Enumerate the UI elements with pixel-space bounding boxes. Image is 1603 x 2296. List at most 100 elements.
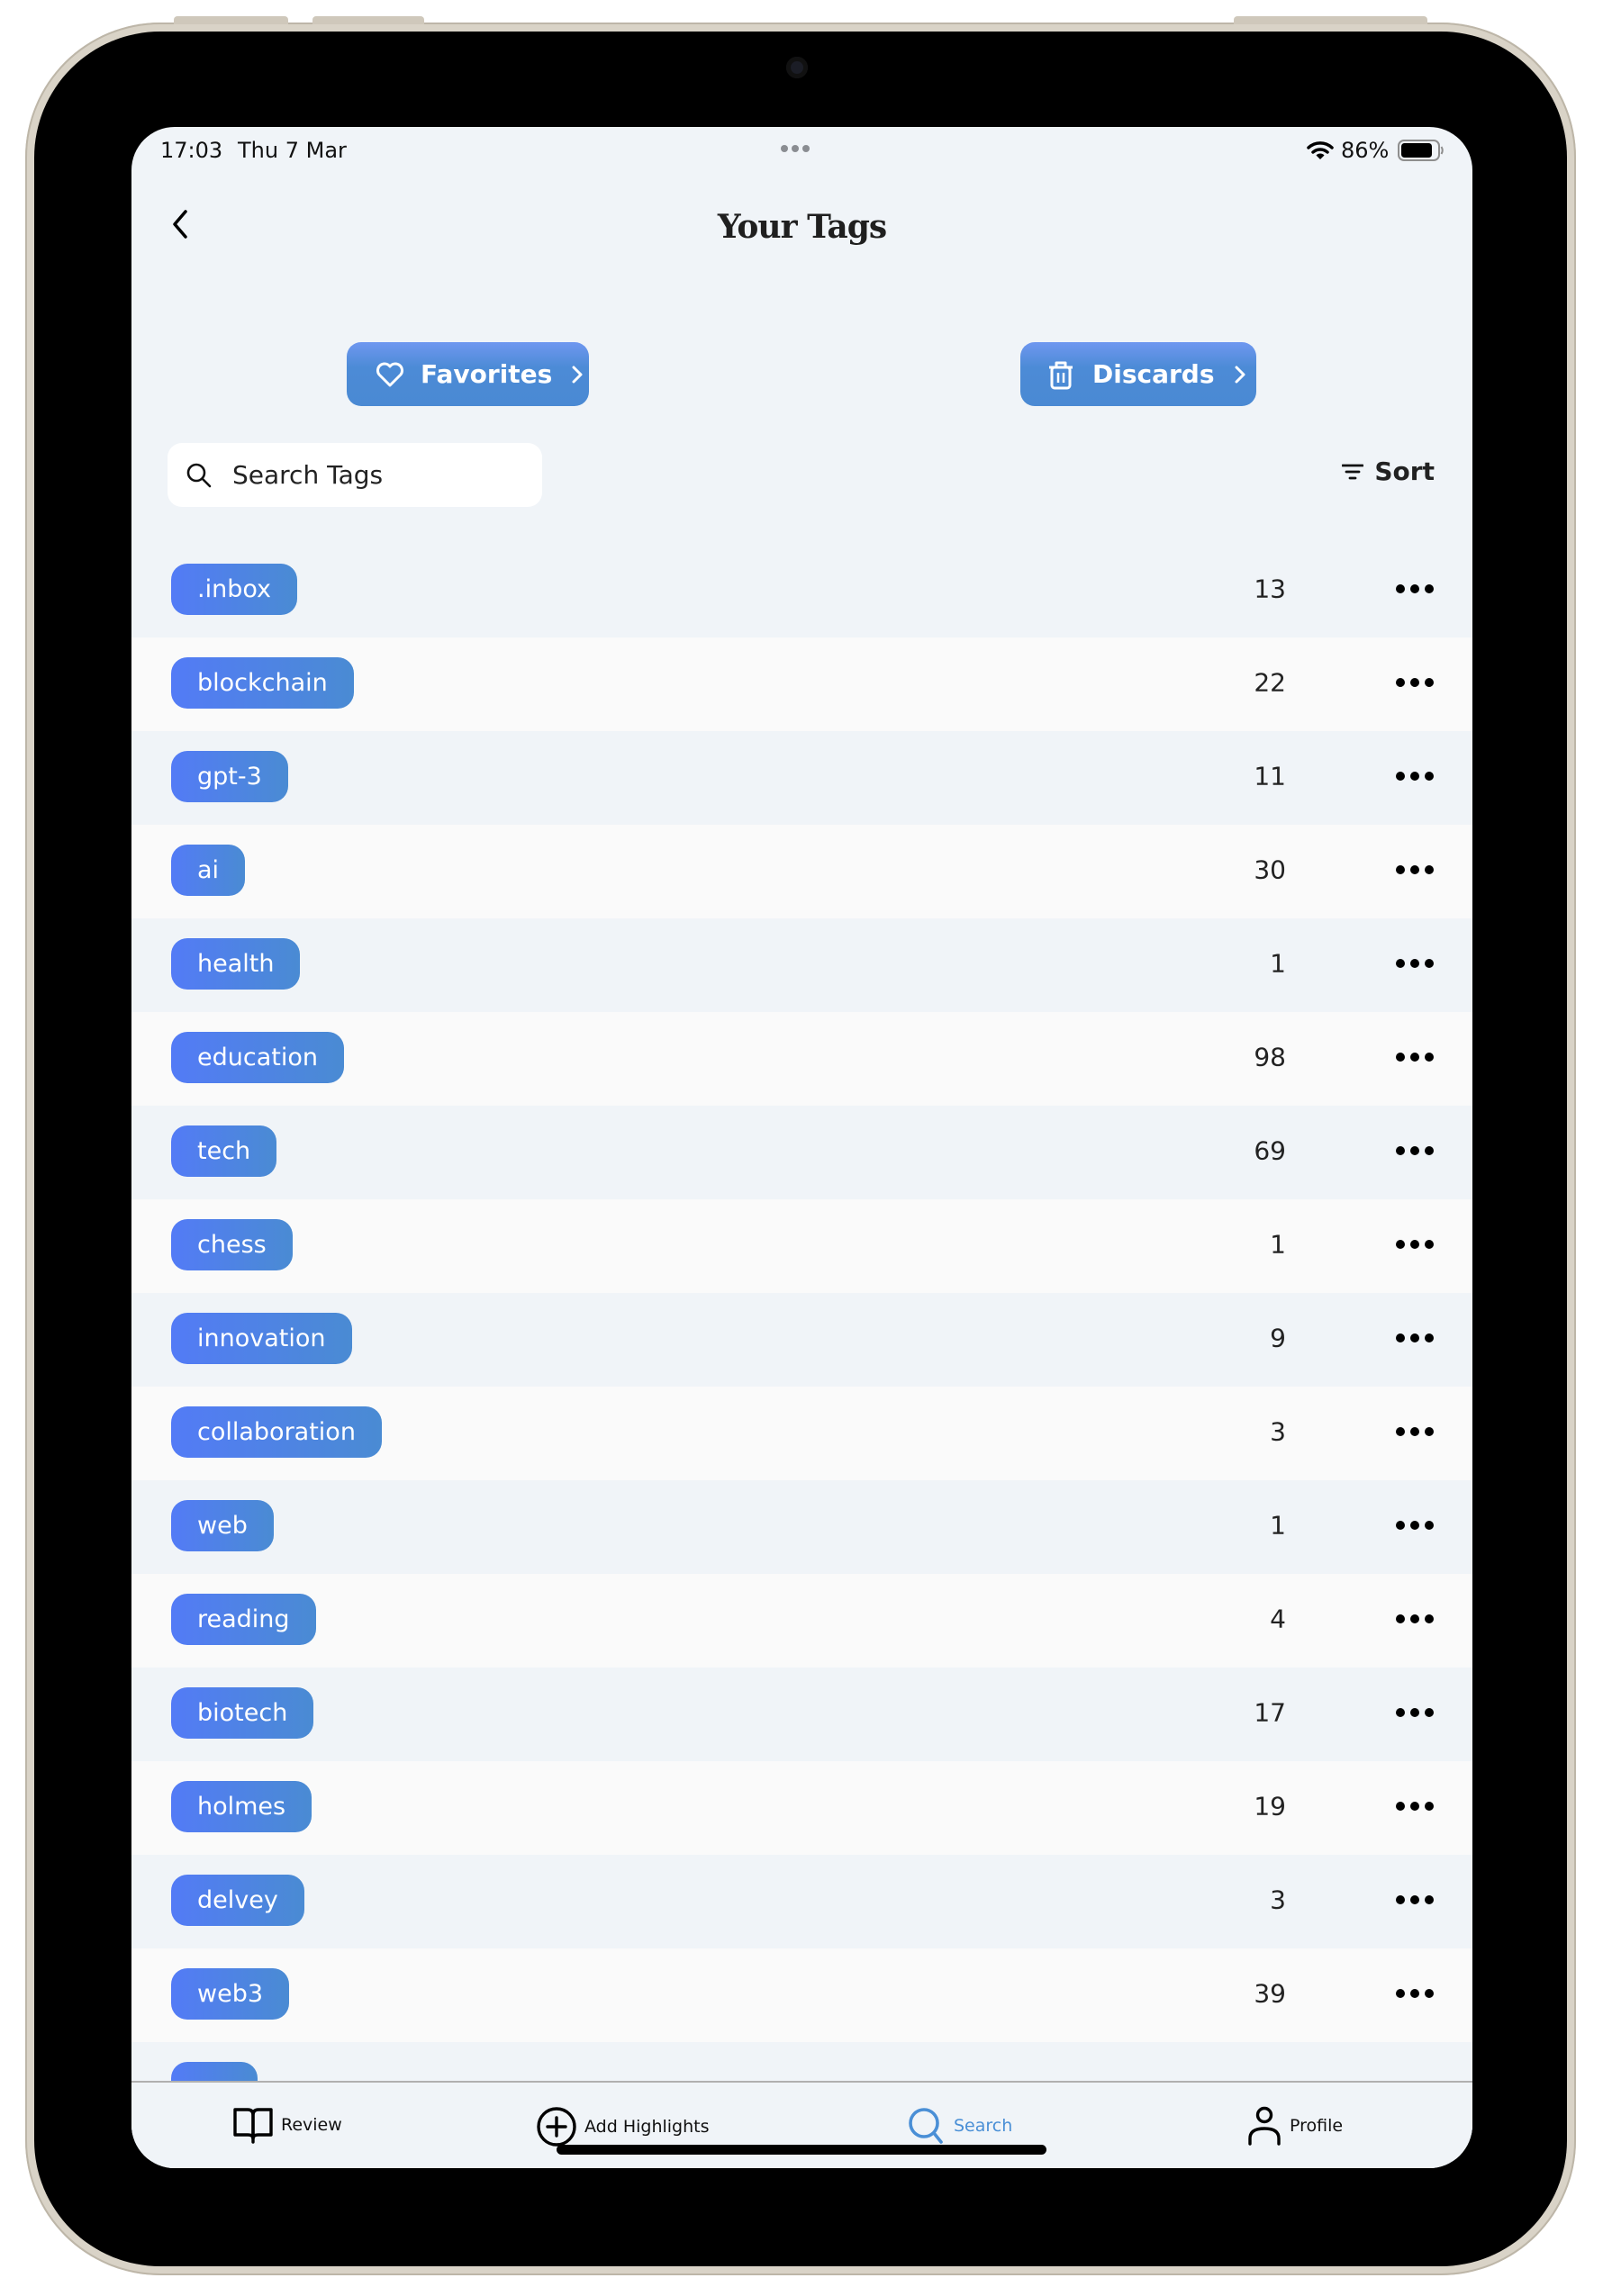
search-input[interactable]	[231, 459, 504, 491]
book-icon	[233, 2108, 273, 2144]
multitasking-dots-icon[interactable]	[781, 145, 810, 152]
more-options-icon[interactable]	[1396, 1423, 1434, 1441]
sort-button[interactable]: Sort	[1342, 456, 1435, 486]
tag-chip[interactable]: delvey	[171, 1875, 304, 1926]
more-options-icon[interactable]	[1396, 1516, 1434, 1534]
chevron-right-icon	[572, 366, 583, 383]
tag-chip[interactable]: blockchain	[171, 657, 354, 709]
trash-icon	[1049, 361, 1073, 389]
more-options-icon[interactable]	[1396, 767, 1434, 785]
tag-row[interactable]: .inbox 13	[131, 544, 1472, 637]
more-options-icon[interactable]	[1396, 1984, 1434, 2002]
more-options-icon[interactable]	[1396, 1235, 1434, 1253]
more-options-icon[interactable]	[1396, 1704, 1434, 1722]
home-indicator[interactable]	[557, 2145, 1046, 2155]
more-options-icon[interactable]	[1396, 1610, 1434, 1628]
more-options-icon[interactable]	[1396, 861, 1434, 879]
power-button	[1234, 16, 1427, 24]
tag-row[interactable]: blockchain 22	[131, 637, 1472, 731]
tag-row[interactable]: innovation 9	[131, 1293, 1472, 1387]
search-icon	[909, 2108, 943, 2144]
tag-count: 13	[1254, 574, 1286, 604]
plus-circle-icon	[537, 2107, 576, 2147]
tag-count: 3	[1270, 1885, 1286, 1915]
tag-row[interactable]: web3 39	[131, 1948, 1472, 2042]
filter-icon	[1342, 464, 1364, 479]
more-options-icon[interactable]	[1396, 1142, 1434, 1160]
more-options-icon[interactable]	[1396, 954, 1434, 972]
tag-chip[interactable]: web3	[171, 1968, 290, 2020]
camera-icon	[786, 57, 808, 78]
tab-search-label: Search	[954, 2116, 1013, 2136]
tab-add-highlights-label: Add Highlights	[584, 2117, 710, 2137]
tag-chip[interactable]: tech	[171, 1125, 277, 1177]
tab-add-highlights[interactable]: Add Highlights	[536, 2106, 710, 2147]
tag-chip[interactable]: collaboration	[171, 1406, 382, 1458]
more-options-icon[interactable]	[1396, 1329, 1434, 1347]
tag-row[interactable]: web 1	[131, 1480, 1472, 1574]
tag-chip[interactable]: chess	[171, 1219, 293, 1270]
page-title: Your Tags	[717, 208, 887, 246]
sort-label: Sort	[1374, 456, 1435, 486]
tag-chip[interactable]: gpt-3	[171, 751, 288, 802]
status-time: 17:03	[160, 138, 223, 163]
tag-count: 1	[1270, 1510, 1286, 1541]
tag-count: 1	[1270, 1229, 1286, 1260]
volume-down-button	[312, 16, 424, 24]
tag-row[interactable]: tech 69	[131, 1106, 1472, 1199]
battery-percent: 86%	[1341, 138, 1390, 163]
tag-row[interactable]: chess 1	[131, 1199, 1472, 1293]
tag-row[interactable]: health 1	[131, 918, 1472, 1012]
tag-list: .inbox 13 blockchain 22 gpt-3 11 ai 30 health 1 ed…	[131, 544, 1472, 2136]
tag-chip[interactable]: biotech	[171, 1687, 314, 1739]
chevron-right-icon	[1235, 366, 1245, 383]
tab-profile[interactable]: Profile	[1246, 2106, 1343, 2146]
tag-row[interactable]: biotech 17	[131, 1668, 1472, 1761]
tag-row[interactable]: gpt-3 11	[131, 731, 1472, 825]
more-options-icon[interactable]	[1396, 580, 1434, 598]
wifi-icon	[1307, 140, 1334, 165]
tag-row[interactable]: delvey 3	[131, 1855, 1472, 1948]
tag-count: 30	[1254, 854, 1286, 885]
favorites-button[interactable]: Favorites	[347, 342, 589, 406]
status-date: Thu 7 Mar	[238, 138, 347, 163]
tab-bar: Review Add Highlights Search Profile	[131, 2081, 1472, 2168]
more-options-icon[interactable]	[1396, 1891, 1434, 1909]
tag-chip[interactable]: web	[171, 1500, 274, 1551]
tag-row[interactable]: ai 30	[131, 825, 1472, 918]
battery-icon	[1398, 140, 1445, 166]
tag-count: 11	[1254, 761, 1286, 791]
search-field[interactable]	[168, 443, 542, 507]
person-icon	[1248, 2106, 1281, 2146]
heart-icon	[376, 362, 403, 386]
more-options-icon[interactable]	[1396, 1797, 1434, 1815]
tab-profile-label: Profile	[1290, 2116, 1344, 2136]
tag-row[interactable]: collaboration 3	[131, 1387, 1472, 1480]
tag-count: 69	[1254, 1135, 1286, 1166]
tag-count: 98	[1254, 1042, 1286, 1072]
tag-count: 39	[1254, 1978, 1286, 2009]
tag-chip[interactable]: reading	[171, 1594, 316, 1645]
tag-chip[interactable]: education	[171, 1032, 344, 1083]
search-icon	[186, 463, 212, 487]
tag-chip[interactable]: .inbox	[171, 564, 298, 615]
tag-count: 9	[1270, 1323, 1286, 1353]
discards-button[interactable]: Discards	[1020, 342, 1256, 406]
tag-count: 1	[1270, 948, 1286, 979]
tag-chip[interactable]: ai	[171, 845, 246, 896]
favorites-label: Favorites	[421, 359, 553, 389]
tag-count: 22	[1254, 667, 1286, 698]
more-options-icon[interactable]	[1396, 673, 1434, 692]
tag-count: 17	[1254, 1697, 1286, 1728]
tab-review[interactable]: Review	[232, 2106, 342, 2144]
tab-review-label: Review	[281, 2115, 342, 2135]
more-options-icon[interactable]	[1396, 1048, 1434, 1066]
tag-row[interactable]: education 98	[131, 1012, 1472, 1106]
tag-chip[interactable]: innovation	[171, 1313, 352, 1364]
tab-search[interactable]: Search	[907, 2106, 1012, 2146]
tag-chip[interactable]: health	[171, 938, 301, 990]
tag-chip[interactable]: holmes	[171, 1781, 312, 1832]
tag-row[interactable]: reading 4	[131, 1574, 1472, 1668]
tag-count: 19	[1254, 1791, 1286, 1821]
tag-row[interactable]: holmes 19	[131, 1761, 1472, 1855]
